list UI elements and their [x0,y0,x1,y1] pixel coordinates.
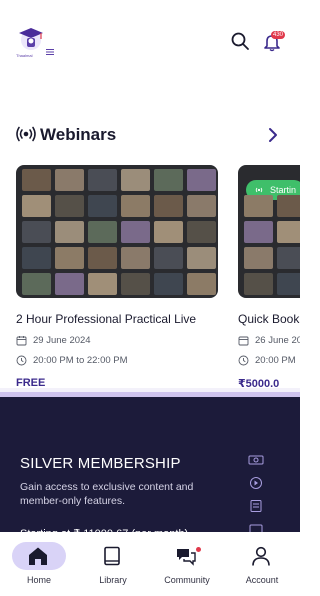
membership-title: SILVER MEMBERSHIP [20,455,181,472]
webinar-time-row: 20:00 PM [238,355,300,366]
participant-tile [55,273,84,295]
participant-tile [55,247,84,269]
participant-tile [154,273,183,295]
participant-tile [55,195,84,217]
participant-tile [244,247,273,269]
chevron-right-icon[interactable] [266,126,280,144]
notification-badge: 430 [271,31,286,39]
membership-banner[interactable]: SILVER MEMBERSHIP Gain access to exclusi… [0,397,300,542]
nav-item-account[interactable]: Account [225,538,295,592]
participant-tile [187,247,216,269]
participant-tile [277,195,300,217]
participant-tile [187,221,216,243]
participant-tile [88,247,117,269]
participant-tile [88,273,117,295]
participant-tile [121,247,150,269]
webinar-time-row: 20:00 PM to 22:00 PM [16,355,218,366]
participant-tile [55,169,84,191]
participant-tile [277,247,300,269]
person-icon [252,546,270,566]
participant-tile [22,221,51,243]
money-icon [248,455,264,465]
participant-tile [277,221,300,243]
section-title: Webinars [40,125,117,144]
document-icon [250,500,262,512]
clock-icon [238,355,249,366]
participant-tile [121,169,150,191]
participant-tile [88,221,117,243]
logo-text: Thaalmal [16,53,33,58]
webinar-date-row: 29 June 2024 [16,335,218,346]
unread-dot [196,547,201,552]
webinars-header: Webinars [16,124,284,146]
nav-label: Library [99,575,127,585]
webinar-date: 29 June 2024 [33,335,91,346]
participant-tile [88,195,117,217]
broadcast-icon [16,126,36,142]
participant-tile [154,247,183,269]
menu-icon[interactable] [46,48,54,56]
top-bar: Thaalmal 430 [0,0,300,70]
participant-tile [277,273,300,295]
play-icon [250,477,262,489]
participant-tile [121,221,150,243]
calendar-icon [238,336,249,346]
nav-label: Account [245,575,279,585]
participant-tile [121,195,150,217]
participant-tile [22,169,51,191]
nav-item-community[interactable]: Community [150,538,220,592]
search-icon[interactable] [230,31,250,51]
webinar-title: Quick Book [238,312,300,326]
participant-tile [244,221,273,243]
participant-tile [154,195,183,217]
webinar-time: 20:00 PM to 22:00 PM [33,355,128,366]
webinar-title: 2 Hour Professional Practical Live [16,312,197,326]
calendar-icon [16,336,27,346]
nav-label: Home [26,575,51,585]
webinar-card[interactable]: 2 Hour Professional Practical Live 29 Ju… [16,165,218,389]
participant-tile [88,169,117,191]
live-status-label: Startin [270,185,297,195]
clock-icon [16,355,27,366]
webinar-date: 26 June 20 [255,335,300,346]
webinar-date-row: 26 June 20 [238,335,300,346]
chat-icon [177,549,196,566]
participant-tile [121,273,150,295]
participant-tile [244,195,273,217]
participant-tile [154,221,183,243]
webinar-time: 20:00 PM [255,355,296,366]
membership-description: Gain access to exclusive content and mem… [20,481,194,507]
participant-tile [22,195,51,217]
broadcast-icon [255,187,263,193]
nav-label: Community [164,575,210,585]
participant-tile [22,273,51,295]
app-logo[interactable] [16,24,44,54]
webinar-card[interactable]: Startin Quick Book 26 June 20 20:00 PM ₹… [238,165,300,390]
participant-tile [187,273,216,295]
participant-tile [244,273,273,295]
webinar-carousel[interactable]: 2 Hour Professional Practical Live 29 Ju… [16,165,300,397]
nav-item-home[interactable]: Home [2,538,72,592]
home-icon [29,547,47,565]
participant-tile [187,169,216,191]
bottom-navigation: Home Library Community Account [0,532,300,596]
participant-tile [154,169,183,191]
nav-item-library[interactable]: Library [76,538,146,592]
participant-tile [22,247,51,269]
webinar-thumbnail[interactable] [16,165,218,298]
webinar-thumbnail[interactable]: Startin [238,165,300,298]
participant-tile [55,221,84,243]
participant-tile [187,195,216,217]
book-icon [104,546,120,566]
